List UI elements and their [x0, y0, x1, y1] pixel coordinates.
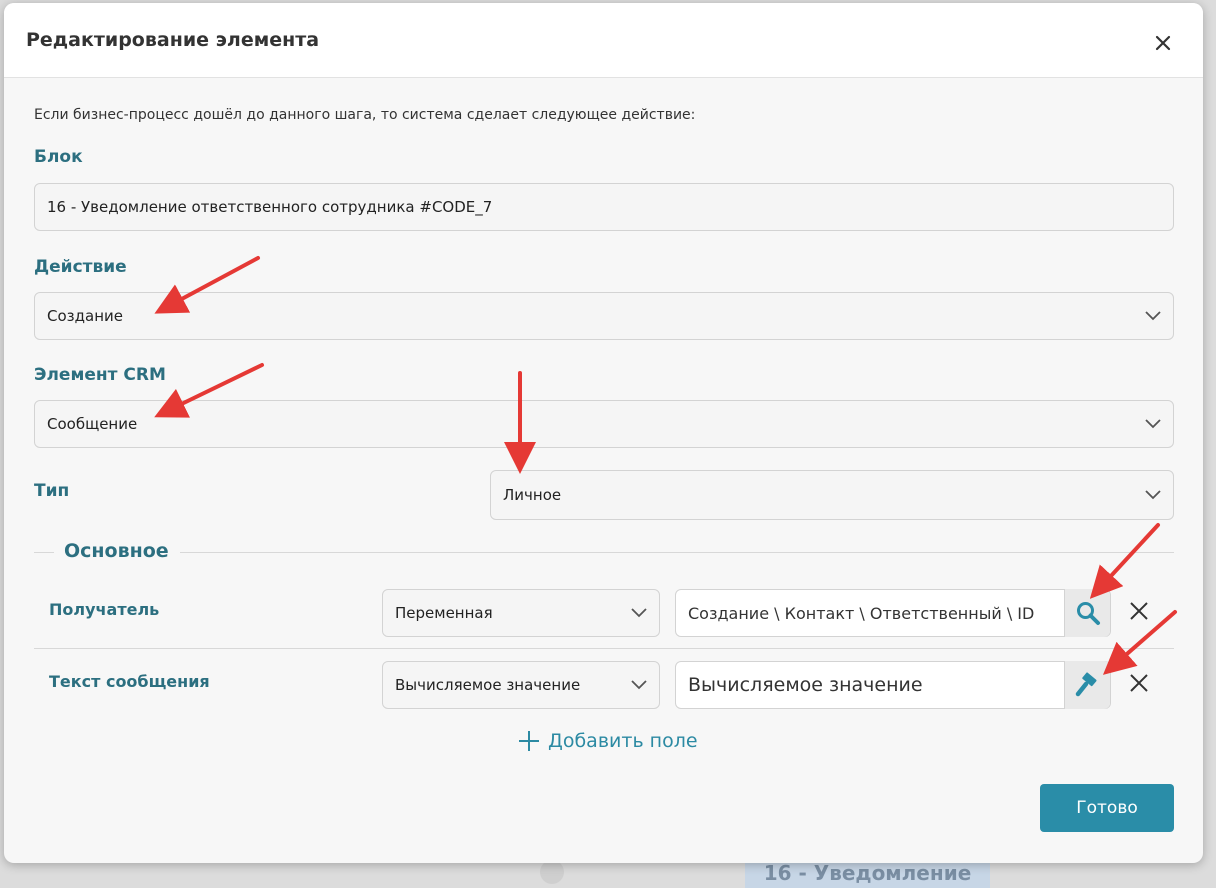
dialog-title: Редактирование элемента — [26, 29, 320, 51]
close-icon — [1130, 602, 1148, 620]
recipient-mode-value: Переменная — [395, 604, 493, 622]
close-icon — [1130, 674, 1148, 692]
dialog-header: Редактирование элемента — [4, 3, 1203, 78]
close-button[interactable] — [1151, 31, 1175, 55]
message-value-input[interactable]: Вычисляемое значение — [675, 661, 1111, 709]
chevron-down-icon — [1145, 490, 1161, 500]
hammer-icon — [1075, 672, 1097, 697]
intro-text: Если бизнес-процесс дошёл до данного шаг… — [34, 107, 696, 123]
recipient-mode-select[interactable]: Переменная — [382, 589, 660, 637]
recipient-remove-button[interactable] — [1128, 600, 1150, 622]
action-select[interactable]: Создание — [34, 292, 1174, 340]
section-divider-left — [34, 552, 54, 553]
chevron-down-icon — [1145, 311, 1161, 321]
search-icon — [1076, 602, 1100, 625]
action-label: Действие — [34, 257, 127, 277]
message-calc-button[interactable] — [1064, 661, 1110, 709]
action-value: Создание — [47, 307, 123, 325]
message-text-label: Текст сообщения — [49, 672, 210, 691]
crm-element-label: Элемент CRM — [34, 365, 166, 385]
background-node-circle — [540, 860, 564, 884]
message-value: Вычисляемое значение — [688, 674, 923, 696]
add-field-link[interactable]: Добавить поле — [518, 730, 698, 752]
chevron-down-icon — [1145, 419, 1161, 429]
block-label: Блок — [34, 147, 83, 167]
section-title: Основное — [64, 540, 169, 562]
crm-element-value: Сообщение — [47, 415, 138, 433]
done-button[interactable]: Готово — [1040, 784, 1174, 832]
row-divider — [34, 648, 1174, 649]
recipient-value: Создание \ Контакт \ Ответственный \ ID — [688, 603, 1035, 623]
type-label: Тип — [34, 481, 70, 501]
chevron-down-icon — [631, 680, 647, 690]
section-divider-right — [180, 552, 1174, 553]
block-field[interactable]: 16 - Уведомление ответственного сотрудни… — [34, 183, 1174, 231]
type-value: Личное — [503, 486, 562, 504]
edit-element-dialog: Редактирование элемента Если бизнес-проц… — [4, 3, 1203, 863]
recipient-label: Получатель — [49, 600, 160, 619]
crm-element-select[interactable]: Сообщение — [34, 400, 1174, 448]
message-remove-button[interactable] — [1128, 672, 1150, 694]
chevron-down-icon — [631, 608, 647, 618]
recipient-value-input[interactable]: Создание \ Контакт \ Ответственный \ ID — [675, 589, 1111, 637]
block-value: 16 - Уведомление ответственного сотрудни… — [47, 198, 493, 216]
message-mode-select[interactable]: Вычисляемое значение — [382, 661, 660, 709]
add-field-label: Добавить поле — [548, 730, 698, 752]
close-icon — [1155, 35, 1171, 51]
plus-icon — [519, 731, 539, 751]
recipient-search-button[interactable] — [1064, 589, 1110, 637]
message-mode-value: Вычисляемое значение — [395, 676, 581, 694]
type-select[interactable]: Личное — [490, 470, 1174, 520]
